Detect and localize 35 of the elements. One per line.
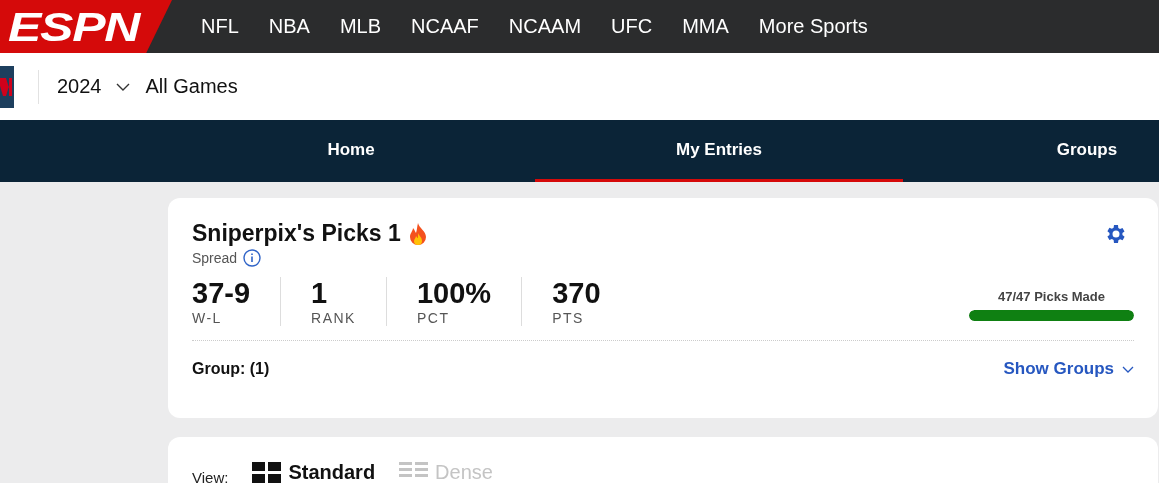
stat-label: PTS	[552, 310, 585, 326]
espn-logo[interactable]: ESPN	[8, 6, 140, 47]
grid-icon	[252, 461, 283, 483]
stat-value: 1	[311, 277, 329, 310]
show-groups-button[interactable]: Show Groups	[1003, 359, 1134, 379]
sport-link[interactable]: MMA	[682, 15, 729, 38]
chevron-down-icon	[1122, 365, 1134, 373]
season-dropdown[interactable]: 2024	[57, 75, 130, 98]
sport-link[interactable]: More Sports	[758, 15, 868, 38]
stat-value: 37-9	[192, 277, 251, 310]
stat-label: RANK	[311, 310, 356, 326]
games-filter[interactable]: All Games	[145, 75, 238, 98]
picks-made-text: 47/47 Picks Made	[998, 289, 1105, 304]
game-type: Spread	[192, 250, 238, 266]
app-logo-icon[interactable]	[0, 65, 14, 108]
group-count: Group: (1)	[192, 360, 270, 378]
stat-label: PCT	[416, 310, 451, 326]
tab[interactable]: Home	[167, 120, 535, 182]
info-icon[interactable]	[243, 249, 262, 267]
view-label: View:	[192, 469, 229, 483]
stat-label: W-L	[192, 310, 223, 326]
sport-link[interactable]: NCAAF	[411, 15, 479, 38]
sport-link[interactable]: MLB	[339, 15, 382, 38]
logo-background[interactable]: ESPN	[0, 0, 172, 53]
sport-link[interactable]: NBA	[268, 15, 310, 38]
view-option[interactable]: Standard	[252, 461, 376, 483]
stat-value: 100%	[416, 277, 492, 310]
sport-link[interactable]: NCAAM	[508, 15, 582, 38]
sport-link[interactable]: UFC	[611, 15, 653, 38]
entry-title: Sniperpix's Picks 1	[192, 220, 401, 247]
tab[interactable]: My Entries	[535, 120, 903, 182]
sport-link[interactable]: NFL	[201, 15, 239, 38]
tab[interactable]: Groups	[903, 120, 1159, 182]
stat-value: 370	[552, 277, 601, 310]
chevron-down-icon	[115, 82, 130, 91]
